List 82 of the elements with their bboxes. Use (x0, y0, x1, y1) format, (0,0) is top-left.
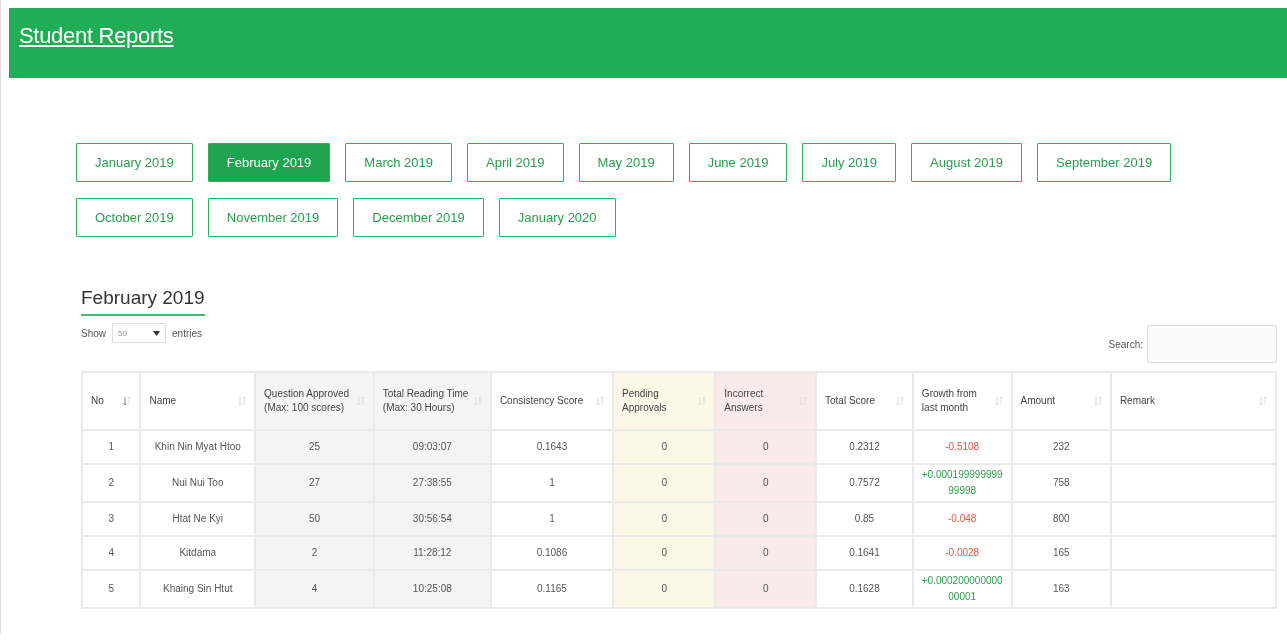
month-button[interactable]: September 2019 (1037, 143, 1172, 182)
column-header[interactable]: Growth from last month (912, 372, 1012, 430)
table-cell: 0 (715, 570, 816, 608)
table-cell: 50 (255, 502, 374, 536)
table-cell: 0 (715, 430, 816, 464)
table-cell: 1 (490, 464, 614, 502)
table-cell: 1 (82, 430, 141, 464)
table-cell: 163 (1011, 570, 1111, 608)
table-cell: 2 (255, 536, 374, 570)
search-label: Search: (1108, 338, 1143, 350)
column-header[interactable]: Consistency Score (490, 372, 614, 430)
search-field[interactable] (1147, 325, 1277, 363)
table-cell: 800 (1011, 502, 1111, 536)
month-button[interactable]: August 2019 (911, 143, 1023, 182)
month-button[interactable]: May 2019 (578, 143, 674, 182)
table-cell: 30:56:54 (373, 502, 491, 536)
table-cell: -0.0028 (912, 536, 1012, 570)
month-button[interactable]: November 2019 (207, 198, 339, 237)
table-cell: 4 (82, 536, 141, 570)
month-button[interactable]: January 2020 (498, 198, 616, 237)
table-cell: 0.85 (816, 502, 913, 536)
table-cell: 0.7572 (816, 464, 913, 502)
table-cell: 10:25:08 (373, 570, 491, 608)
entries-label: entries (172, 327, 203, 339)
column-header[interactable]: Name (140, 372, 256, 430)
table-cell: 3 (82, 502, 141, 536)
table-cell: 232 (1011, 430, 1111, 464)
table-cell: 0.1165 (490, 570, 614, 608)
entries-select[interactable]: 50 (112, 323, 166, 343)
table-cell: Nui Nui Too (140, 464, 256, 502)
table-cell: 0 (613, 570, 716, 608)
show-label: Show (81, 327, 106, 339)
column-header[interactable]: Pending Approvals (613, 372, 716, 430)
table-cell: -0.5108 (912, 430, 1012, 464)
dropdown-caret-icon (153, 330, 160, 336)
table-cell: 0 (715, 464, 816, 502)
table-cell: 0 (715, 536, 816, 570)
column-header[interactable]: Incorrect Answers (715, 372, 816, 430)
column-header[interactable]: Question Approved (Max: 100 scores) (255, 372, 374, 430)
table-cell: 0 (613, 502, 716, 536)
report-heading: February 2019 (81, 287, 205, 316)
table-cell: 0 (613, 464, 716, 502)
table-cell: 165 (1011, 536, 1111, 570)
table-cell: 09:03:07 (373, 430, 491, 464)
column-header[interactable]: Total Score (816, 372, 913, 430)
table-cell: 758 (1011, 464, 1111, 502)
table-cell: Htat Ne Kyi (140, 502, 256, 536)
table-cell: +0.00020000000000001 (912, 570, 1012, 608)
table-cell: 0 (613, 430, 716, 464)
table-cell: 4 (255, 570, 374, 608)
column-header[interactable]: Remark (1110, 372, 1276, 430)
table-cell: 0.1086 (490, 536, 614, 570)
table-cell: Khin Nin Myat Htoo (140, 430, 256, 464)
month-button[interactable]: July 2019 (802, 143, 897, 182)
table-cell: 0.1641 (816, 536, 913, 570)
table-cell: 11:28:12 (373, 536, 491, 570)
month-button[interactable]: June 2019 (688, 143, 788, 182)
column-header[interactable]: Amount (1011, 372, 1111, 430)
table-cell: -0.048 (912, 502, 1012, 536)
table-cell: 25 (255, 430, 374, 464)
month-button[interactable]: January 2019 (76, 143, 193, 182)
table-cell: 0.2312 (816, 430, 913, 464)
month-button[interactable]: April 2019 (467, 143, 564, 182)
month-button[interactable]: March 2019 (345, 143, 452, 182)
table-cell: 27 (255, 464, 374, 502)
table-cell: Khaing Sin Htut (140, 570, 256, 608)
table-cell: Kitdama (140, 536, 256, 570)
table-cell: 0 (613, 536, 716, 570)
table-cell: 1 (490, 502, 614, 536)
table-cell: 5 (82, 570, 141, 608)
column-header[interactable]: No (82, 372, 141, 430)
table-cell: +0.00019999999999998 (912, 464, 1012, 502)
column-header[interactable]: Total Reading Time (Max: 30 Hours) (373, 372, 491, 430)
month-button[interactable]: February 2019 (207, 143, 331, 182)
month-button[interactable]: December 2019 (353, 198, 484, 237)
table-cell: 2 (82, 464, 141, 502)
table-cell: 0 (715, 502, 816, 536)
page-title-link[interactable]: Student Reports (19, 23, 174, 49)
table-cell: 0.1628 (816, 570, 913, 608)
month-button[interactable]: October 2019 (76, 198, 193, 237)
table-cell: 27:38:55 (373, 464, 491, 502)
table-cell: 0.1643 (490, 430, 614, 464)
